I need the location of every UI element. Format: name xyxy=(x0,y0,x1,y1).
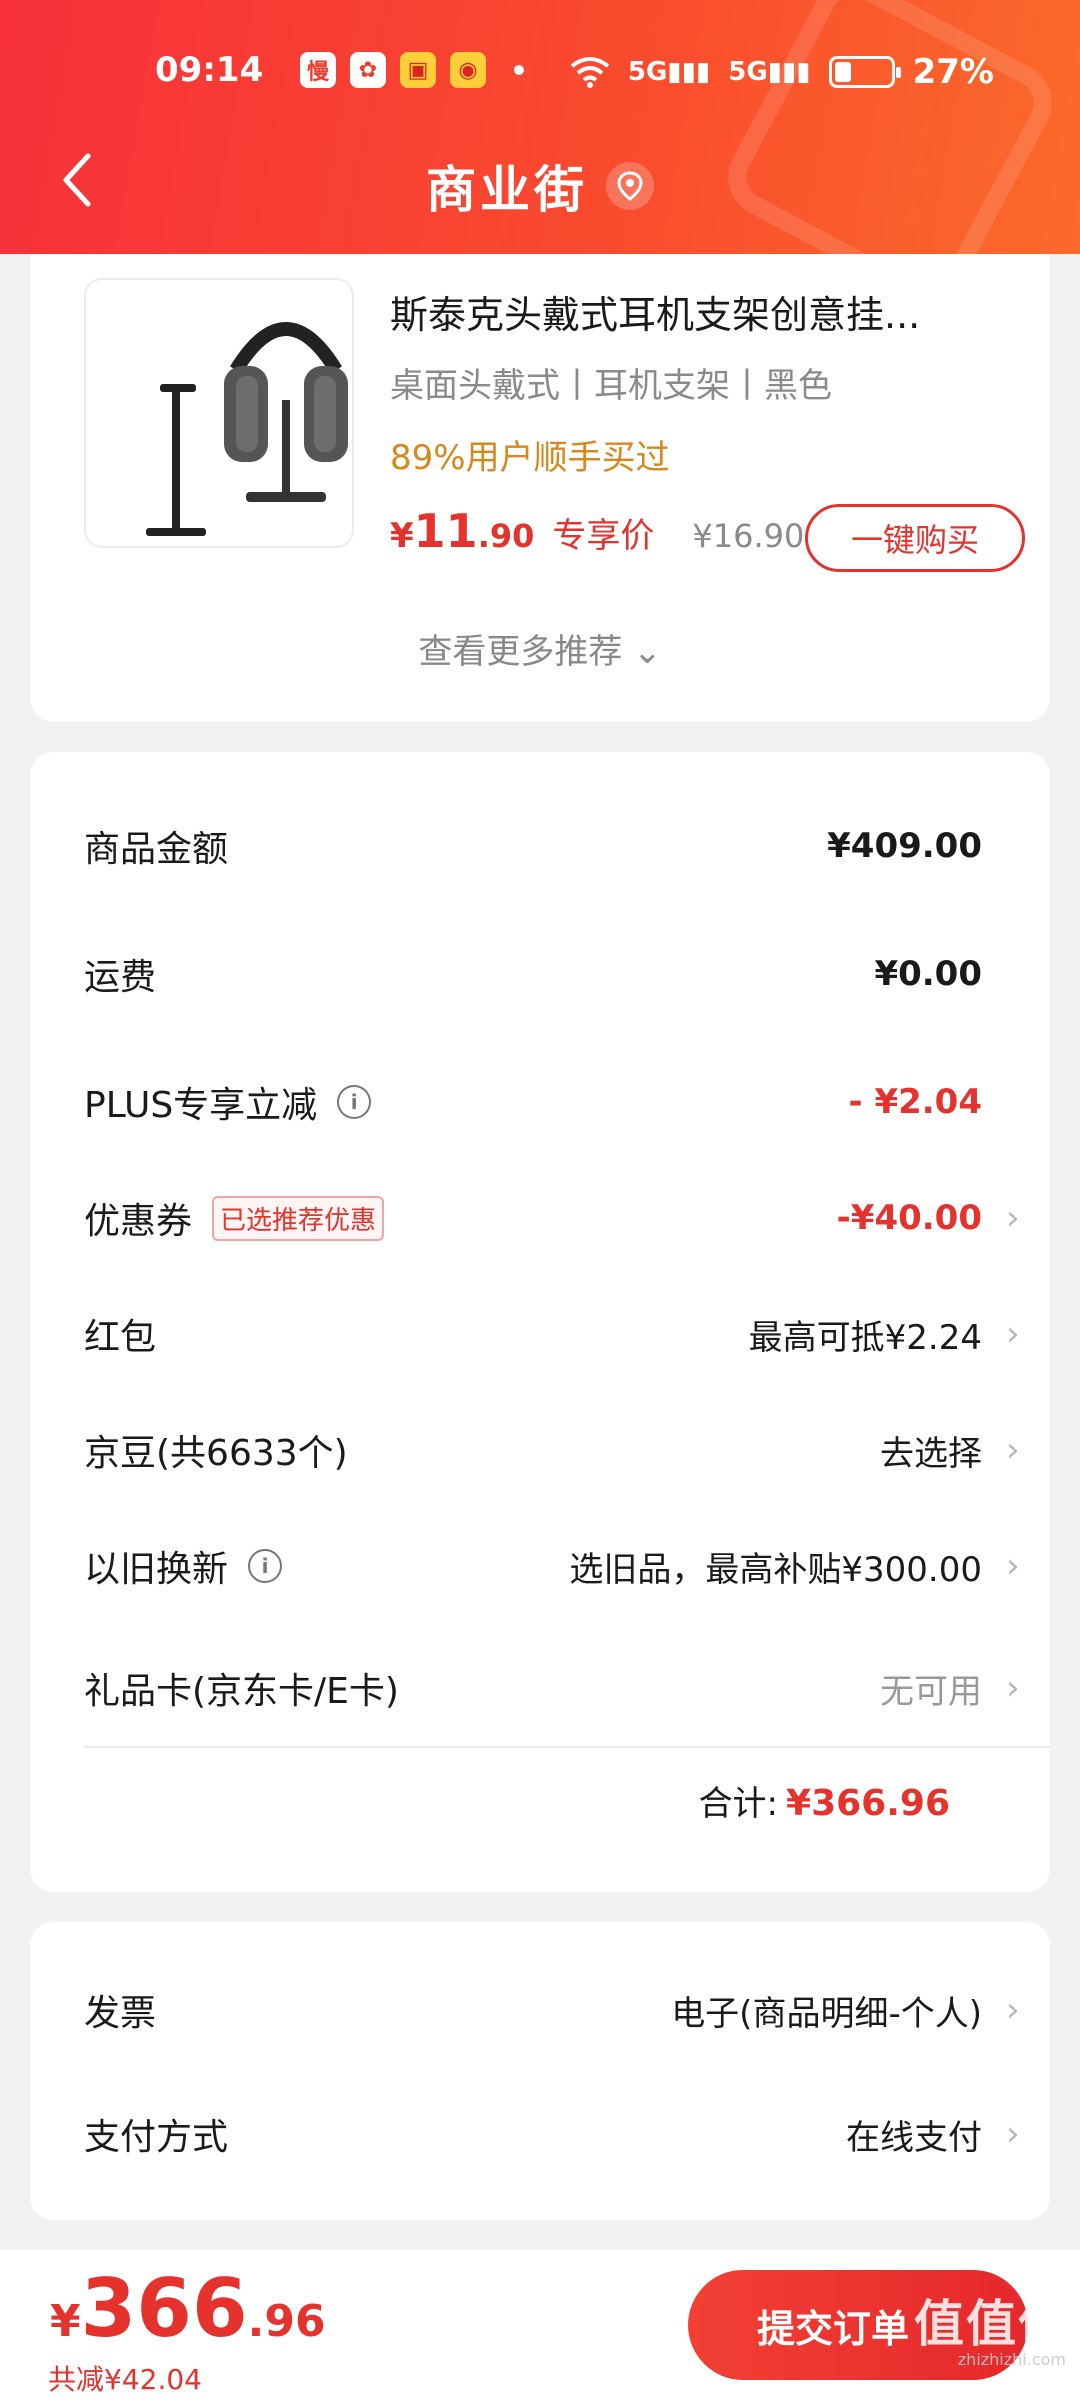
summary-row-goods-amount: 商品金额 ¥409.00 xyxy=(84,816,1020,876)
info-icon[interactable]: i xyxy=(337,1085,372,1119)
total-label: 合计: xyxy=(698,1784,779,1824)
row-value: 无可用 xyxy=(880,1671,982,1712)
invoice-payment-card: 发票 电子(商品明细-个人) › 支付方式 在线支付 › xyxy=(30,1922,1050,2220)
chevron-right-icon: › xyxy=(1006,1198,1020,1238)
final-price-integer: 366 xyxy=(80,2262,248,2355)
summary-row-jd-beans[interactable]: 京豆(共6633个) 去选择 › xyxy=(84,1420,1020,1480)
row-label: 商品金额 xyxy=(84,829,229,870)
divider xyxy=(84,1746,1050,1748)
watermark-url: zhizhizhi.com xyxy=(957,2350,1066,2369)
summary-row-trade-in[interactable]: 以旧换新 i 选旧品，最高补贴¥300.00 › xyxy=(84,1536,1020,1596)
status-time: 09:14 xyxy=(155,50,264,90)
original-price: ¥16.90 xyxy=(692,517,805,555)
product-price: ¥ 11 .90 专享价 ¥16.90 xyxy=(390,504,804,558)
row-value: ¥0.00 xyxy=(874,954,982,994)
wifi-icon xyxy=(570,57,610,88)
chevron-right-icon: › xyxy=(1006,1314,1020,1354)
final-price-decimal: .96 xyxy=(247,2296,326,2347)
more-recommendations-label: 查看更多推荐 xyxy=(418,632,623,672)
summary-row-shipping: 运费 ¥0.00 xyxy=(84,944,1020,1004)
final-price-symbol: ¥ xyxy=(50,2296,81,2347)
more-recommendations-link[interactable]: 查看更多推荐 ⌄ xyxy=(30,624,1050,673)
app-notification-icon: ▣ xyxy=(400,52,436,88)
total-saved: 共减¥42.04 xyxy=(48,2363,202,2396)
cell-signal-icon: 5G▮▮▮ xyxy=(728,57,811,87)
watermark: 值值值 xyxy=(914,2295,1070,2353)
row-label: 支付方式 xyxy=(84,2117,229,2158)
info-icon[interactable]: i xyxy=(248,1549,283,1583)
coupon-badge: 已选推荐优惠 xyxy=(212,1195,385,1241)
row-label: 以旧换新 xyxy=(84,1549,229,1590)
more-notifications-dot xyxy=(514,65,524,75)
row-label: 京豆(共6633个) xyxy=(84,1433,348,1474)
row-value: 在线支付 xyxy=(846,2117,982,2158)
summary-row-coupon[interactable]: 优惠券 已选推荐优惠 -¥40.00 › xyxy=(84,1188,1020,1248)
submit-order-label: 提交订单 xyxy=(756,2306,909,2351)
row-value: ¥409.00 xyxy=(827,826,982,866)
battery-percent: 27% xyxy=(912,52,994,92)
cell-signal-icon: 5G▮▮▮ xyxy=(627,57,711,87)
status-app-icons: 慢 ✿ ▣ ◉ xyxy=(300,52,524,88)
product-tip: 89%用户顺手买过 xyxy=(390,438,670,478)
chevron-right-icon: › xyxy=(1006,1668,1020,1708)
row-value: 电子(商品明细-个人) xyxy=(671,1993,982,2034)
product-title[interactable]: 斯泰克头戴式耳机支架创意挂... xyxy=(390,284,1010,339)
row-value: 最高可抵¥2.24 xyxy=(748,1317,982,1358)
app-notification-icon: 慢 xyxy=(300,52,336,88)
total-value: ¥366.96 xyxy=(786,1783,950,1824)
price-integer: 11 xyxy=(413,504,478,558)
row-value: 去选择 xyxy=(880,1433,982,1474)
one-click-buy-button[interactable]: 一键购买 xyxy=(805,504,1025,572)
chevron-down-icon: ⌄ xyxy=(633,632,662,672)
summary-row-gift-card[interactable]: 礼品卡(京东卡/E卡) 无可用 › xyxy=(84,1658,1020,1718)
row-label: 礼品卡(京东卡/E卡) xyxy=(84,1671,399,1712)
row-label: PLUS专享立减 xyxy=(84,1085,318,1126)
row-label: 发票 xyxy=(84,1993,157,2034)
row-value: - ¥2.04 xyxy=(848,1082,983,1122)
order-summary-card: 商品金额 ¥409.00 运费 ¥0.00 PLUS专享立减 i - ¥2.04… xyxy=(30,752,1050,1892)
price-tag: 专享价 xyxy=(552,516,655,556)
page-title-text: 商业街 xyxy=(426,161,588,219)
location-pin-icon[interactable] xyxy=(606,162,654,210)
summary-row-plus-discount: PLUS专享立减 i - ¥2.04 xyxy=(84,1072,1020,1132)
payment-method-row[interactable]: 支付方式 在线支付 › xyxy=(84,2104,1020,2164)
recommend-card: 斯泰克头戴式耳机支架创意挂... 桌面头戴式丨耳机支架丨黑色 89%用户顺手买过… xyxy=(30,254,1050,722)
row-label: 优惠券 xyxy=(84,1201,193,1242)
price-decimal: .90 xyxy=(477,517,535,555)
final-price: ¥ 366 .96 xyxy=(50,2262,326,2355)
product-image[interactable] xyxy=(84,278,354,548)
row-value: -¥40.00 xyxy=(836,1198,982,1238)
bottom-checkout-bar: ¥ 366 .96 共减¥42.04 提交订单 值值值 zhizhizhi.co… xyxy=(0,2250,1080,2400)
chevron-right-icon: › xyxy=(1006,2114,1020,2154)
app-notification-icon: ✿ xyxy=(350,52,386,88)
price-symbol: ¥ xyxy=(390,516,414,556)
status-right: 5G▮▮▮ 5G▮▮▮ 27% xyxy=(570,52,994,92)
chevron-right-icon: › xyxy=(1006,1430,1020,1470)
chevron-right-icon: › xyxy=(1006,1546,1020,1586)
battery-icon xyxy=(828,56,901,88)
status-bar: 09:14 慢 ✿ ▣ ◉ 5G▮▮▮ 5G▮▮▮ 27% xyxy=(0,48,1080,98)
header: 09:14 慢 ✿ ▣ ◉ 5G▮▮▮ 5G▮▮▮ 27% 商业街 xyxy=(0,0,1080,254)
product-spec: 桌面头戴式丨耳机支架丨黑色 xyxy=(390,366,832,406)
invoice-row[interactable]: 发票 电子(商品明细-个人) › xyxy=(84,1980,1020,2040)
order-total: 合计: ¥366.96 xyxy=(699,1776,950,1825)
chevron-right-icon: › xyxy=(1006,1990,1020,2030)
summary-row-red-packet[interactable]: 红包 最高可抵¥2.24 › xyxy=(84,1304,1020,1364)
row-label: 运费 xyxy=(84,957,157,998)
page-title: 商业街 xyxy=(0,150,1080,222)
row-label: 红包 xyxy=(84,1317,157,1358)
headphone-stand-image xyxy=(146,322,348,536)
weibo-icon: ◉ xyxy=(450,52,486,88)
row-value: 选旧品，最高补贴¥300.00 xyxy=(569,1549,982,1590)
